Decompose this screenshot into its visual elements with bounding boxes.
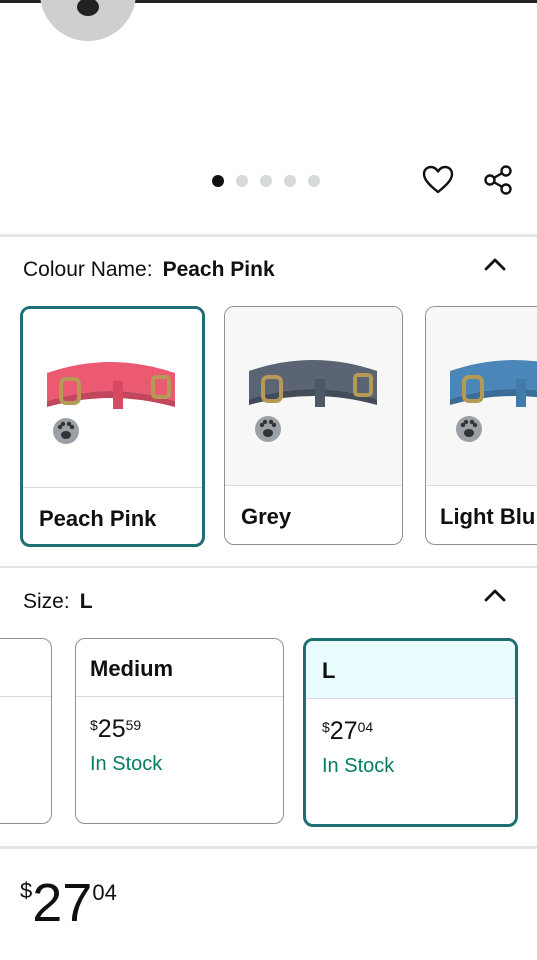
colour-option-light-blue[interactable]: Light Blu bbox=[425, 306, 537, 545]
share-icon bbox=[484, 165, 512, 195]
size-option-partial[interactable] bbox=[0, 638, 52, 824]
product-price: $2704 bbox=[20, 876, 117, 930]
size-option-price: $2704 bbox=[322, 717, 373, 746]
colour-option-name: Peach Pink bbox=[23, 487, 202, 544]
price-whole: 27 bbox=[329, 717, 358, 745]
colour-label-text: Colour Name: bbox=[23, 258, 153, 281]
chevron-up-icon[interactable] bbox=[481, 585, 509, 605]
heart-icon bbox=[422, 165, 454, 194]
size-option-name: L bbox=[306, 641, 515, 699]
colour-option-peach-pink[interactable]: Peach Pink bbox=[20, 306, 205, 547]
size-option-price: $2559 bbox=[90, 715, 141, 744]
size-option-medium[interactable]: Medium $2559 In Stock bbox=[75, 638, 284, 824]
price-whole: 27 bbox=[32, 873, 93, 933]
size-option-name: Medium bbox=[76, 639, 283, 697]
price-whole: 25 bbox=[97, 715, 126, 743]
carousel-dot[interactable] bbox=[260, 175, 272, 187]
section-divider bbox=[0, 234, 537, 237]
size-option-l[interactable]: L $2704 In Stock bbox=[303, 638, 518, 827]
colour-option-image bbox=[225, 307, 402, 485]
colour-selected-value: Peach Pink bbox=[162, 258, 275, 281]
price-symbol: $ bbox=[322, 719, 330, 735]
price-symbol: $ bbox=[90, 717, 98, 733]
price-fraction: 04 bbox=[357, 719, 374, 735]
section-divider bbox=[0, 846, 537, 849]
size-label: Size: L bbox=[23, 590, 93, 614]
collar-image bbox=[47, 362, 175, 444]
section-divider bbox=[0, 566, 537, 568]
carousel-dot[interactable] bbox=[284, 175, 296, 187]
colour-label: Colour Name: Peach Pink bbox=[23, 258, 275, 282]
colour-option-image bbox=[23, 309, 202, 487]
colour-option-name: Light Blu bbox=[426, 485, 537, 544]
collar-image bbox=[249, 360, 377, 442]
price-fraction: 59 bbox=[125, 717, 142, 733]
stock-status: In Stock bbox=[90, 753, 163, 775]
colour-option-image bbox=[426, 307, 537, 485]
price-fraction: 04 bbox=[92, 880, 117, 905]
collar-image bbox=[450, 360, 537, 442]
carousel-dot[interactable] bbox=[236, 175, 248, 187]
size-label-text: Size: bbox=[23, 590, 70, 613]
colour-option-name: Grey bbox=[225, 485, 402, 544]
size-option-header bbox=[0, 639, 51, 697]
chevron-up-icon[interactable] bbox=[481, 254, 509, 274]
paw-icon bbox=[77, 0, 99, 16]
carousel-dot[interactable] bbox=[308, 175, 320, 187]
carousel-dot[interactable] bbox=[212, 175, 224, 187]
size-selected-value: L bbox=[79, 590, 93, 613]
colour-option-grey[interactable]: Grey bbox=[224, 306, 403, 545]
share-button[interactable] bbox=[480, 162, 516, 198]
wishlist-button[interactable] bbox=[420, 162, 456, 198]
stock-status: In Stock bbox=[322, 755, 395, 777]
image-carousel-dots[interactable] bbox=[212, 175, 320, 187]
product-image-tag bbox=[40, 0, 136, 41]
price-symbol: $ bbox=[20, 878, 33, 903]
